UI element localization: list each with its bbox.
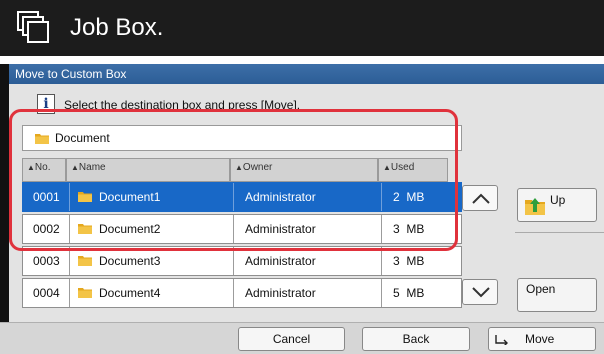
table-row[interactable]: 0001 Document1 Administrator 2 MB xyxy=(22,182,462,212)
row-no: 0004 xyxy=(33,286,60,300)
dialog-title: Move to Custom Box xyxy=(9,64,604,84)
current-path-label: Document xyxy=(55,131,110,145)
folder-icon xyxy=(78,256,92,266)
row-used: 3 MB xyxy=(393,222,425,236)
row-name: Document1 xyxy=(99,190,161,204)
row-owner: Administrator xyxy=(245,286,316,300)
left-edge xyxy=(0,64,9,354)
table-row[interactable]: 0004 Document4 Administrator 5 MB xyxy=(22,278,462,308)
scroll-up-button[interactable] xyxy=(462,185,498,211)
move-label: Move xyxy=(525,332,555,346)
open-button[interactable]: Open xyxy=(517,278,597,312)
folder-icon xyxy=(35,134,49,144)
table-row[interactable]: 0002 Document2 Administrator 3 MB xyxy=(22,214,462,244)
row-used: 5 MB xyxy=(393,286,425,300)
job-box-icon xyxy=(17,11,49,43)
cancel-button[interactable]: Cancel xyxy=(238,327,345,351)
row-owner: Administrator xyxy=(245,190,316,204)
row-owner: Administrator xyxy=(245,222,316,236)
column-header-used[interactable]: ▲Used xyxy=(378,158,448,182)
column-header-no[interactable]: ▲No. xyxy=(22,158,66,182)
back-button[interactable]: Back xyxy=(362,327,470,351)
table-header: ▲No. ▲Name ▲Owner ▲Used xyxy=(22,158,462,182)
row-used: 3 MB xyxy=(393,254,425,268)
footer-bar: Cancel Back Move xyxy=(0,322,604,354)
info-icon: i xyxy=(37,94,55,114)
move-button[interactable]: Move xyxy=(488,327,596,351)
current-path: Document xyxy=(22,125,462,151)
up-button[interactable]: Up xyxy=(517,188,597,222)
chevron-up-icon xyxy=(472,193,490,204)
up-label: Up xyxy=(550,193,566,207)
table-row[interactable]: 0003 Document3 Administrator 3 MB xyxy=(22,246,462,276)
dialog-body: i Select the destination box and press [… xyxy=(9,84,604,354)
title-bar: Job Box. xyxy=(0,0,604,56)
instruction-text: Select the destination box and press [Mo… xyxy=(64,98,301,112)
row-no: 0003 xyxy=(33,254,60,268)
move-dialog: Move to Custom Box i Select the destinat… xyxy=(9,64,604,354)
row-used: 2 MB xyxy=(393,190,425,204)
row-name: Document2 xyxy=(99,222,161,236)
column-header-name[interactable]: ▲Name xyxy=(66,158,230,182)
open-label: Open xyxy=(526,282,556,296)
folder-icon xyxy=(78,192,92,202)
scroll-down-button[interactable] xyxy=(462,279,498,305)
row-no: 0002 xyxy=(33,222,60,236)
row-name: Document4 xyxy=(99,286,161,300)
chevron-down-icon xyxy=(472,287,490,298)
row-owner: Administrator xyxy=(245,254,316,268)
enter-key-icon xyxy=(495,335,508,345)
folder-up-icon xyxy=(525,198,545,215)
folder-icon xyxy=(78,288,92,298)
folder-icon xyxy=(78,224,92,234)
row-no: 0001 xyxy=(33,190,60,204)
row-name: Document3 xyxy=(99,254,161,268)
column-header-owner[interactable]: ▲Owner xyxy=(230,158,378,182)
app-title: Job Box. xyxy=(70,14,164,41)
